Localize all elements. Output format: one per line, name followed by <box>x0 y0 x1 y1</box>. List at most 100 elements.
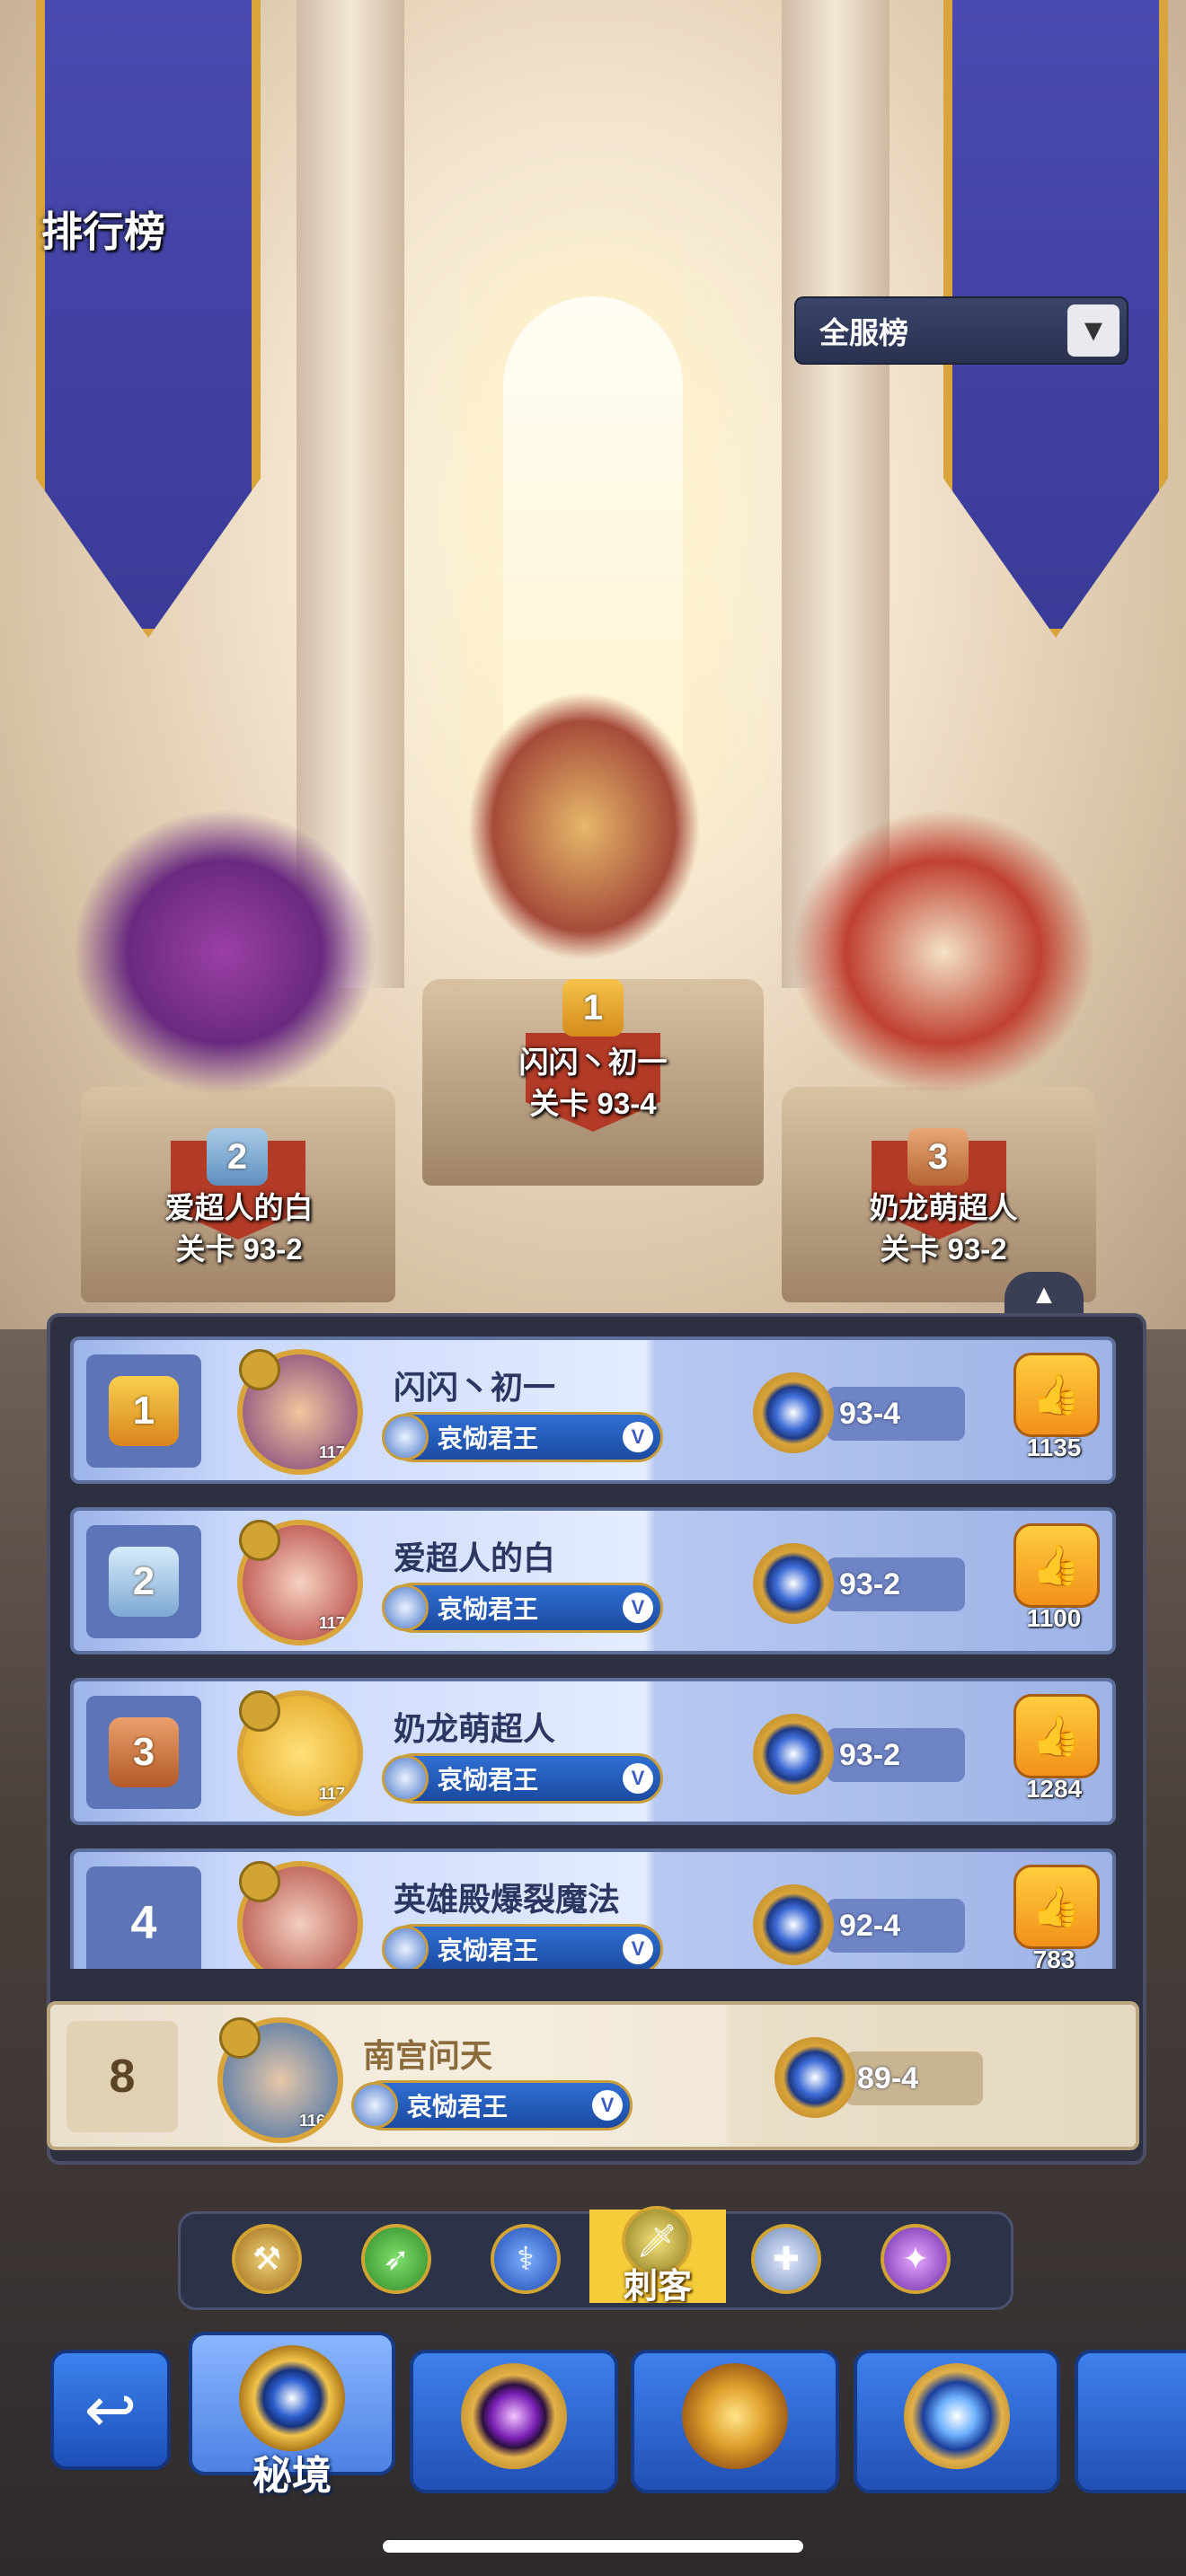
player-name: 英雄殿爆裂魔法 <box>394 1881 621 1918</box>
nav-tab-label-secret-realm: 秘境 <box>252 2454 332 2498</box>
player-level: 116 <box>298 2112 325 2130</box>
podium-third-name: 奶龙萌超人 <box>869 1191 1018 1224</box>
title-badge[interactable]: 哀恸君王 V <box>382 1412 663 1462</box>
thumbs-up-icon[interactable]: 👍 <box>1013 1353 1100 1437</box>
stage-emblem-icon <box>753 1372 834 1453</box>
podium-second-label: 爱超人的白 关卡 93-2 <box>104 1187 374 1270</box>
ranking-row-2[interactable]: 2 117 爱超人的白 哀恸君王 V 93-2 👍 1100 <box>70 1507 1116 1654</box>
player-name: 南宫问天 <box>363 2037 493 2074</box>
title-badge[interactable]: 哀恸君王 V <box>382 1924 663 1969</box>
like-count: 783 <box>1032 1945 1075 1969</box>
rank-cell: 1 <box>86 1354 201 1468</box>
vip-badge-icon <box>239 1690 280 1732</box>
player-level: 117 <box>318 1443 345 1461</box>
like-count: 1135 <box>1026 1434 1082 1461</box>
mage-staff-icon[interactable]: ⚕ <box>491 2224 561 2294</box>
purple-eye-emblem-icon <box>461 2363 567 2470</box>
podium-first-name: 闪闪丶初一 <box>518 1045 668 1079</box>
home-indicator[interactable] <box>383 2540 803 2553</box>
hero-third-place[interactable] <box>791 808 1096 1096</box>
title-tier: V <box>623 1592 653 1623</box>
triangle-up-icon: ▲ <box>1031 1280 1058 1310</box>
player-name: 爱超人的白 <box>394 1539 556 1576</box>
rank-number: 8 <box>109 2051 136 2103</box>
archer-bow-icon[interactable]: ➶ <box>361 2224 431 2294</box>
podium-first-label: 闪闪丶初一 关卡 93-4 <box>458 1042 728 1125</box>
vip-badge-icon <box>239 1349 280 1390</box>
my-ranking-row[interactable]: 8 116 南宫问天 哀恸君王 V 89-4 <box>47 2001 1139 2150</box>
title-tier: V <box>623 1422 653 1452</box>
title-badge[interactable]: 哀恸君王 V <box>351 2080 633 2130</box>
priest-cross-icon[interactable]: ✚ <box>751 2224 821 2294</box>
title-crest-icon <box>382 1414 429 1460</box>
title-text: 哀恸君王 <box>438 1595 539 1623</box>
vip-badge-icon <box>239 1520 280 1561</box>
stage-emblem-icon <box>753 1884 834 1965</box>
stage-emblem-icon <box>753 1714 834 1795</box>
ranking-row-1[interactable]: 1 117 闪闪丶初一 哀恸君王 V 93-4 👍 1135 <box>70 1337 1116 1484</box>
title-text: 哀恸君王 <box>438 1766 539 1794</box>
podium-first-stage: 关卡 93-4 <box>529 1087 657 1120</box>
summoner-spirit-icon[interactable]: ✦ <box>881 2224 951 2294</box>
nav-tab-purple-eye[interactable] <box>410 2350 618 2493</box>
secret-realm-emblem-icon <box>239 2345 345 2452</box>
star-compass-emblem-icon <box>904 2363 1010 2470</box>
stage-value: 92-4 <box>827 1899 965 1953</box>
like-count: 1284 <box>1025 1775 1083 1803</box>
rank-cell: 8 <box>66 2021 178 2132</box>
rank-cell: 2 <box>86 1525 201 1638</box>
title-badge[interactable]: 哀恸君王 V <box>382 1583 663 1633</box>
warrior-axe-icon[interactable]: ⚒ <box>232 2224 302 2294</box>
return-arrow-icon[interactable]: ↩ <box>50 2350 171 2470</box>
podium-rank-badge-1: 1 <box>562 979 624 1037</box>
stage-value: 89-4 <box>845 2051 983 2105</box>
rank-number: 4 <box>130 1897 157 1949</box>
player-name: 奶龙萌超人 <box>394 1710 556 1747</box>
ranking-row-4[interactable]: 4 英雄殿爆裂魔法 哀恸君王 V 92-4 👍 783 <box>70 1848 1116 1969</box>
nav-tab-more[interactable] <box>1075 2350 1186 2493</box>
title-text: 哀恸君王 <box>438 1425 539 1452</box>
gold-medal-icon: 1 <box>109 1376 179 1446</box>
ranking-list[interactable]: 1 117 闪闪丶初一 哀恸君王 V 93-4 👍 1135 2 117 爱超人… <box>70 1333 1116 1969</box>
title-crest-icon <box>382 1755 429 1802</box>
page-title: 排行榜 <box>41 208 165 255</box>
title-badge[interactable]: 哀恸君王 V <box>382 1753 663 1804</box>
vip-badge-icon <box>239 1861 280 1902</box>
title-crest-icon <box>382 1926 429 1969</box>
triangle-down-icon: ▼ <box>1067 304 1120 357</box>
title-text: 哀恸君王 <box>438 1936 539 1964</box>
banner-left <box>36 0 261 638</box>
stage-value: 93-4 <box>827 1387 965 1441</box>
nav-tab-star-compass[interactable] <box>854 2350 1060 2493</box>
like-count: 1100 <box>1026 1604 1082 1632</box>
server-dropdown[interactable]: 全服榜 ▼ <box>794 296 1128 365</box>
hero-second-place[interactable] <box>72 808 377 1096</box>
server-dropdown-label: 全服榜 <box>819 316 908 349</box>
podium-third-label: 奶龙萌超人 关卡 93-2 <box>809 1187 1078 1270</box>
thumbs-up-icon[interactable]: 👍 <box>1013 1865 1100 1949</box>
player-name: 闪闪丶初一 <box>394 1369 556 1406</box>
hero-first-place[interactable] <box>467 692 701 961</box>
podium-rank-badge-2: 2 <box>207 1128 268 1186</box>
stage-value: 93-2 <box>827 1557 965 1611</box>
title-crest-icon <box>351 2082 398 2129</box>
collapse-panel-button[interactable]: ▲ <box>1005 1272 1084 1317</box>
thumbs-up-icon[interactable]: 👍 <box>1013 1694 1100 1778</box>
crown-emblem-icon <box>682 2363 788 2470</box>
title-tier: V <box>592 2090 623 2121</box>
throne-hall-background <box>0 0 1186 1329</box>
bronze-medal-icon: 3 <box>109 1717 179 1787</box>
ranking-row-3[interactable]: 3 117 奶龙萌超人 哀恸君王 V 93-2 👍 1284 <box>70 1678 1116 1825</box>
player-level: 117 <box>318 1785 345 1803</box>
thumbs-up-icon[interactable]: 👍 <box>1013 1523 1100 1608</box>
silver-medal-icon: 2 <box>109 1547 179 1617</box>
podium-second-stage: 关卡 93-2 <box>175 1232 303 1266</box>
stage-value: 93-2 <box>827 1728 965 1782</box>
rank-cell: 3 <box>86 1696 201 1809</box>
class-filter-active-label: 刺客 <box>623 2268 692 2306</box>
podium-rank-badge-3: 3 <box>907 1128 969 1186</box>
nav-tab-crown[interactable] <box>631 2350 839 2493</box>
stage-emblem-icon <box>753 1543 834 1624</box>
title-tier: V <box>623 1763 653 1794</box>
title-text: 哀恸君王 <box>407 2093 509 2121</box>
